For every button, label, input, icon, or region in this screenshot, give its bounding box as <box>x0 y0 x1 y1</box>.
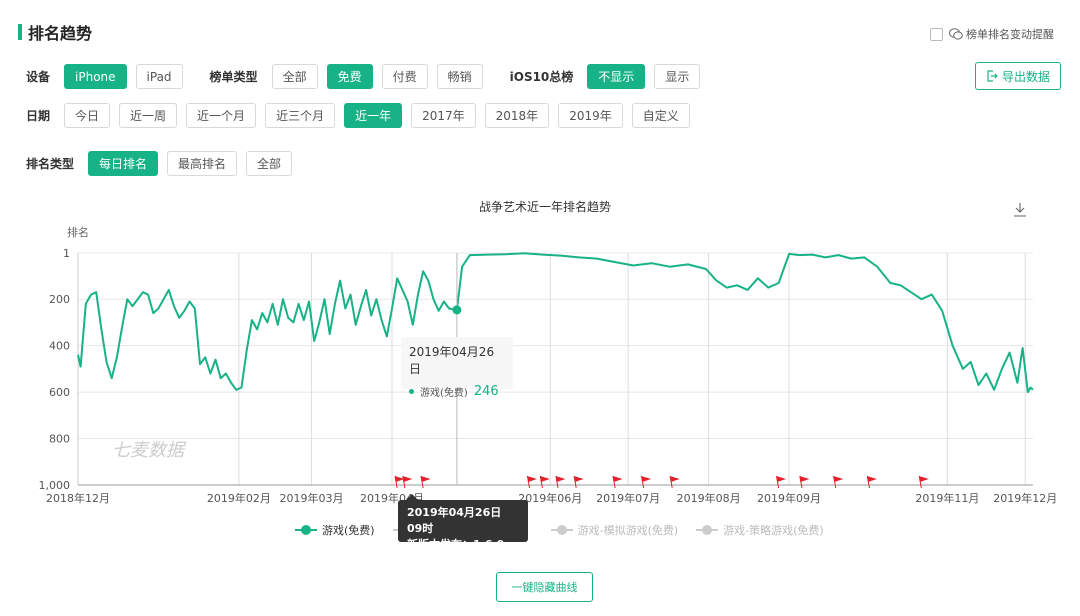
title-accent-bar <box>18 24 22 40</box>
date-2017-button[interactable]: 2017年 <box>411 103 476 128</box>
series-line-game-free <box>77 252 1034 394</box>
date-filter-row: 日期 今日 近一周 近一个月 近三个月 近一年 2017年 2018年 2019… <box>26 103 699 128</box>
release-flag-icon[interactable] <box>573 475 584 489</box>
release-flag-icon[interactable] <box>539 475 550 489</box>
release-flag-icon[interactable] <box>527 475 537 489</box>
watermark: 七麦数据 <box>112 440 187 461</box>
y-tick-label: 800 <box>49 433 70 446</box>
legend-swatch <box>295 525 317 535</box>
rank-highest-button[interactable]: 最高排名 <box>167 151 238 176</box>
export-icon <box>987 70 998 82</box>
data-tooltip: 2019年04月26日 游戏(免费) 246 <box>401 337 513 399</box>
x-tick-label: 2019年12月 <box>993 491 1057 505</box>
legend-label: 游戏-策略游戏(免费) <box>723 524 824 537</box>
tooltip-date: 2019年04月26日 <box>409 345 495 376</box>
release-flag-icon[interactable] <box>555 475 566 489</box>
release-flag-icon[interactable] <box>918 475 929 489</box>
y-tick-label: 600 <box>49 386 70 399</box>
y-tick-label: 400 <box>49 340 70 353</box>
device-iphone-button[interactable]: iPhone <box>64 64 127 89</box>
date-label: 日期 <box>26 109 51 123</box>
release-flag-icon[interactable] <box>866 475 877 489</box>
reminder-label: 榜单排名变动提醒 <box>966 28 1054 41</box>
reminder-checkbox[interactable] <box>930 27 943 41</box>
ios10-hide-button[interactable]: 不显示 <box>587 64 646 89</box>
release-flag-icon[interactable] <box>612 475 623 489</box>
x-tick-label: 2019年09月 <box>757 491 821 505</box>
chart-title: 战争艺术近一年排名趋势 <box>479 199 611 214</box>
x-tick-label: 2019年08月 <box>677 491 741 505</box>
legend-item-strategy-game[interactable]: 游戏-策略游戏(免费) <box>696 522 824 538</box>
list-type-grossing-button[interactable]: 畅销 <box>436 64 483 89</box>
legend-item-game-free[interactable]: 游戏(免费) <box>295 522 375 538</box>
release-flag-icon[interactable] <box>402 475 413 489</box>
release-flag-icon[interactable] <box>420 475 431 489</box>
date-2018-button[interactable]: 2018年 <box>484 103 550 128</box>
chart-legend: 游戏(免费) 游戏-模拟游戏(免费) 游戏-策略游戏(免费) <box>295 522 842 538</box>
rank-daily-button[interactable]: 每日排名 <box>88 151 159 176</box>
release-flag-icon[interactable] <box>669 475 680 489</box>
y-tick-label: 1 <box>63 247 70 260</box>
date-today-button[interactable]: 今日 <box>64 103 111 128</box>
release-flag-icon[interactable] <box>776 475 787 489</box>
hide-all-curves-button[interactable]: 一键隐藏曲线 <box>496 572 593 602</box>
list-type-label: 榜单类型 <box>209 70 258 84</box>
release-tooltip: 2019年04月26日 09时 新版本发布：1.6.0 <box>398 494 528 551</box>
ios10-label: iOS10总榜 <box>509 70 574 84</box>
release-flag-icon[interactable] <box>641 475 652 489</box>
download-chart-icon[interactable] <box>1014 203 1026 217</box>
device-filter-row: 设备 iPhone iPad 榜单类型 全部 免费 付费 畅销 iOS10总榜 … <box>26 64 709 89</box>
release-time: 2019年04月26日 09时 <box>407 506 502 535</box>
highlight-point[interactable] <box>452 305 462 315</box>
tooltip-value: 246 <box>473 384 499 399</box>
legend-item-sim-game[interactable]: 游戏-模拟游戏(免费) <box>550 522 679 538</box>
chart-svg: 战争艺术近一年排名趋势 排名 七麦数据 1 200 400 600 800 1,000 2… <box>39 199 1058 505</box>
export-data-button[interactable]: 导出数据 <box>975 62 1062 90</box>
page-title: 排名趋势 <box>28 24 93 43</box>
release-flag-icon[interactable] <box>799 475 810 489</box>
page-header: 排名趋势 <box>18 20 92 44</box>
wechat-icon <box>949 28 963 40</box>
x-tick-label: 2019年02月 <box>207 491 271 505</box>
legend-label: 游戏-模拟游戏(免费) <box>577 524 679 537</box>
device-label: 设备 <box>26 70 51 84</box>
tooltip-series-name: 游戏(免费) <box>420 388 468 399</box>
release-text: 新版本发布：1.6.0 <box>407 538 505 551</box>
date-3months-button[interactable]: 近三个月 <box>265 103 336 128</box>
x-tick-label: 2019年07月 <box>596 491 660 505</box>
legend-swatch <box>550 525 573 535</box>
list-type-all-button[interactable]: 全部 <box>271 64 318 89</box>
export-label: 导出数据 <box>1002 69 1051 84</box>
ios10-show-button[interactable]: 显示 <box>654 64 701 89</box>
date-custom-button[interactable]: 自定义 <box>631 103 690 128</box>
device-ipad-button[interactable]: iPad <box>135 64 183 89</box>
rank-type-filter-row: 排名类型 每日排名 最高排名 全部 <box>26 151 301 176</box>
date-month-button[interactable]: 近一个月 <box>186 103 257 128</box>
release-flag-icon[interactable] <box>833 475 844 489</box>
y-tick-label: 1,000 <box>39 479 71 492</box>
legend-label: 游戏(免费) <box>322 524 375 537</box>
x-tick-label: 2019年03月 <box>280 491 344 505</box>
list-type-free-button[interactable]: 免费 <box>326 64 373 89</box>
y-tick-label: 200 <box>49 293 70 306</box>
rank-trend-chart: 战争艺术近一年排名趋势 排名 七麦数据 1 200 400 600 800 1,000 2… <box>0 190 1080 550</box>
x-tick-label: 2018年12月 <box>46 491 110 505</box>
legend-swatch <box>696 525 719 535</box>
x-tick-label: 2019年11月 <box>915 491 979 505</box>
tooltip-series-dot <box>409 389 414 394</box>
date-2019-button[interactable]: 2019年 <box>558 103 623 128</box>
rank-type-label: 排名类型 <box>26 157 75 171</box>
rank-change-reminder[interactable]: 榜单排名变动提醒 <box>930 26 1054 42</box>
date-week-button[interactable]: 近一周 <box>119 103 178 128</box>
list-type-paid-button[interactable]: 付费 <box>381 64 428 89</box>
y-axis-title: 排名 <box>67 225 89 239</box>
rank-all-button[interactable]: 全部 <box>246 151 293 176</box>
date-year-button[interactable]: 近一年 <box>344 103 403 128</box>
